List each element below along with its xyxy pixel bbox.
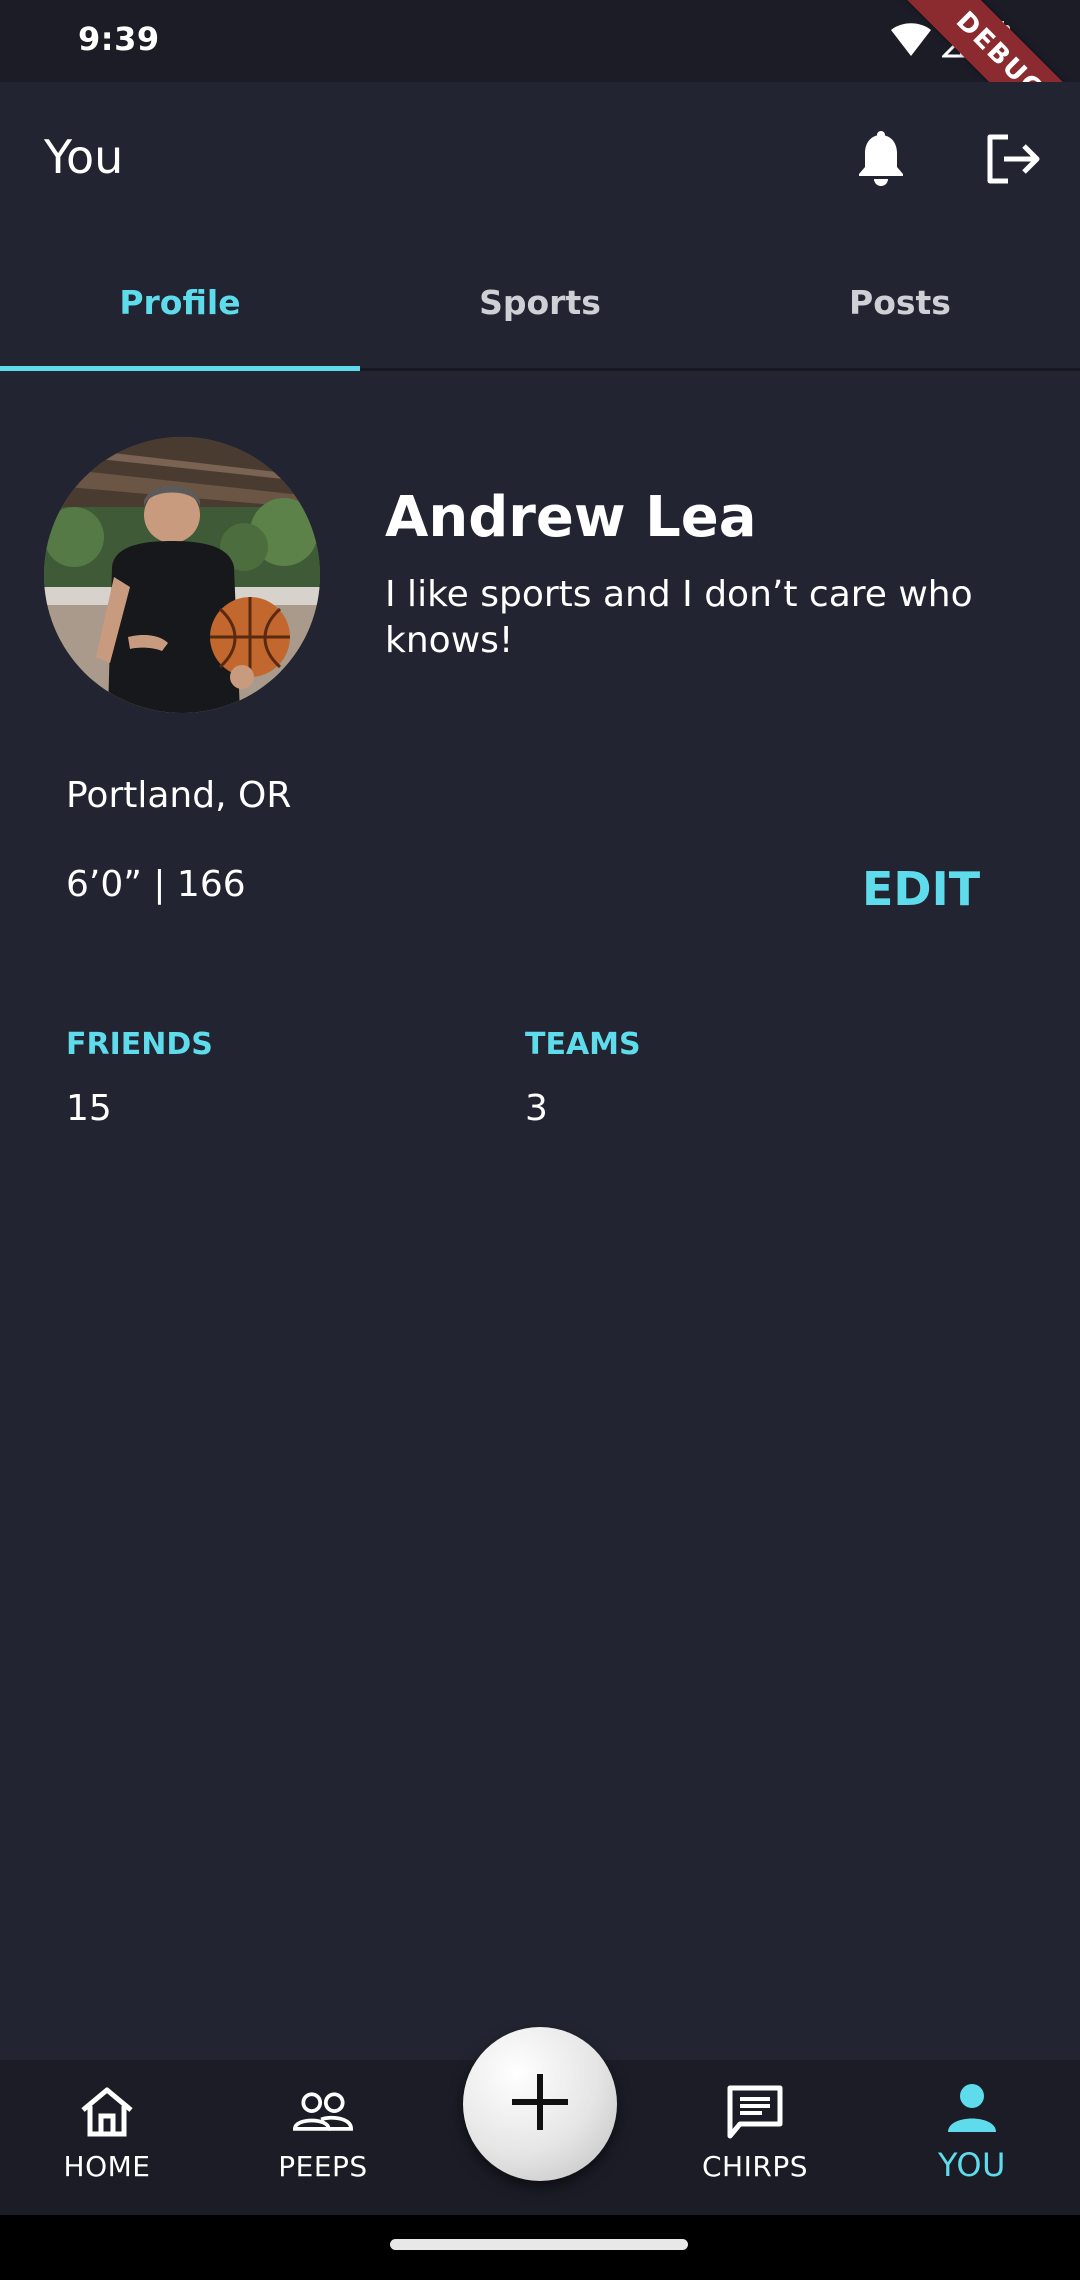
logout-icon xyxy=(984,133,1042,189)
status-bar: 9:39 DEBUG xyxy=(0,0,1080,181)
plus-icon xyxy=(508,2070,572,2138)
nav-you[interactable]: YOU xyxy=(882,2078,1062,2198)
avatar xyxy=(44,437,320,713)
tab-profile[interactable]: Profile xyxy=(0,237,360,371)
tab-posts[interactable]: Posts xyxy=(720,237,1080,368)
wifi-icon xyxy=(890,22,932,62)
teams-label[interactable]: TEAMS xyxy=(525,1027,641,1062)
profile-bio: I like sports and I don’t care who knows… xyxy=(385,574,973,661)
bell-icon xyxy=(856,131,906,191)
add-button[interactable] xyxy=(463,2027,617,2181)
logout-button[interactable] xyxy=(978,126,1048,196)
teams-count[interactable]: 3 xyxy=(525,1088,548,1129)
profile-location: Portland, OR xyxy=(66,775,292,816)
people-icon xyxy=(293,2082,353,2142)
nav-peeps-label: PEEPS xyxy=(278,2150,368,2183)
profile-tabs: Profile Sports Posts xyxy=(0,237,1080,371)
profile-height-weight: 6’0” | 166 xyxy=(66,864,246,905)
person-icon xyxy=(942,2078,1002,2138)
nav-home[interactable]: HOME xyxy=(17,2082,197,2202)
edit-button[interactable]: EDIT xyxy=(862,862,980,916)
page-title: You xyxy=(44,130,124,184)
chat-icon xyxy=(725,2082,785,2142)
status-time: 9:39 xyxy=(78,20,160,58)
system-navigation-bar xyxy=(0,2215,1080,2280)
tab-sports[interactable]: Sports xyxy=(360,237,720,368)
friends-count[interactable]: 15 xyxy=(66,1088,112,1129)
app-bar: You xyxy=(0,82,1080,237)
profile-name: Andrew Lea xyxy=(385,485,757,550)
nav-chirps[interactable]: CHIRPS xyxy=(665,2082,845,2202)
nav-peeps[interactable]: PEEPS xyxy=(233,2082,413,2202)
nav-chirps-label: CHIRPS xyxy=(702,2150,808,2183)
nav-you-label: YOU xyxy=(938,2146,1006,2184)
nav-home-label: HOME xyxy=(63,2150,151,2183)
friends-label[interactable]: FRIENDS xyxy=(66,1027,213,1062)
home-icon xyxy=(77,2082,137,2142)
home-indicator[interactable] xyxy=(390,2239,688,2250)
notifications-button[interactable] xyxy=(846,126,916,196)
